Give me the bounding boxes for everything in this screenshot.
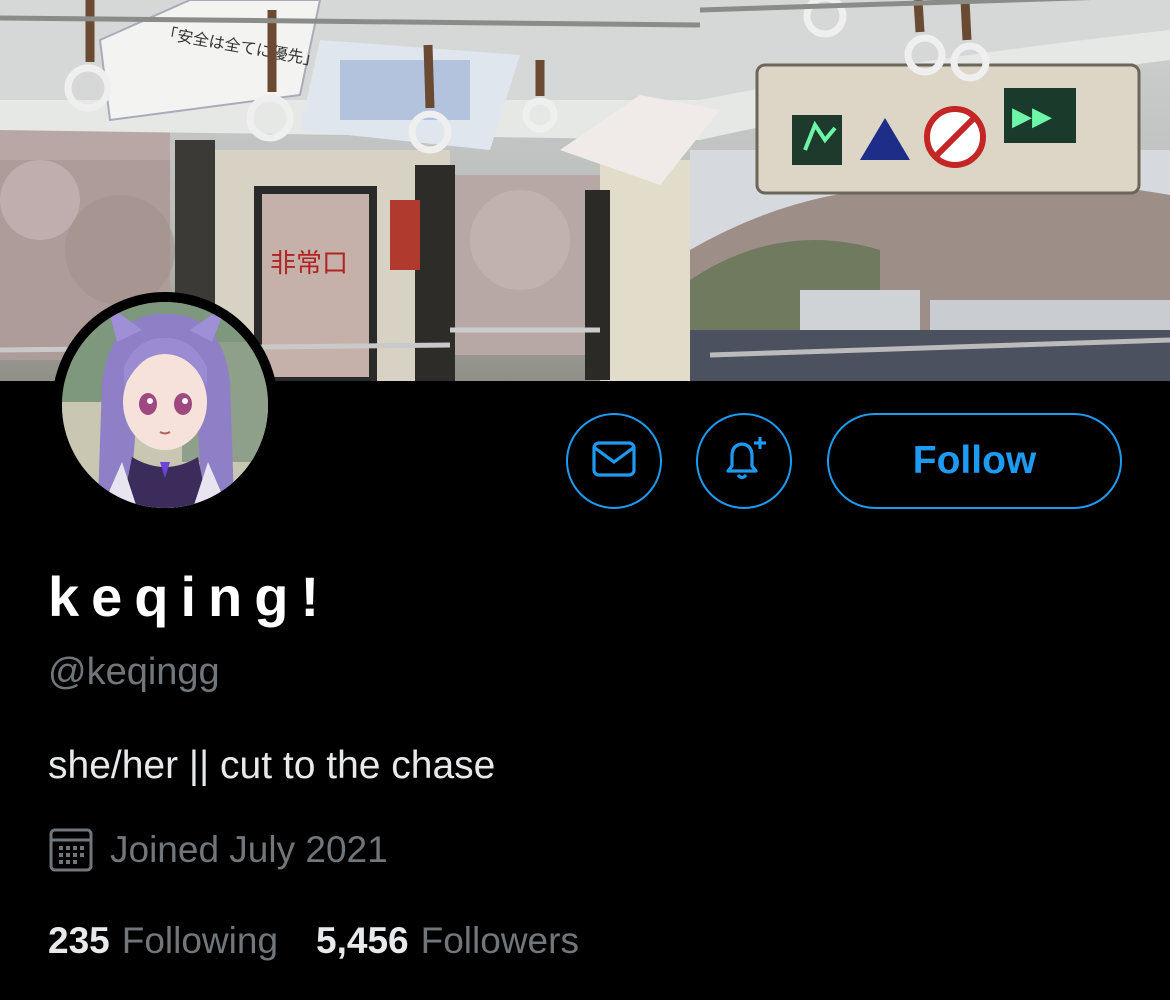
followers-count: 5,456: [316, 920, 409, 961]
following-link[interactable]: 235 Following: [48, 915, 278, 967]
followers-link[interactable]: 5,456 Followers: [316, 915, 579, 967]
join-date: Joined July 2021: [48, 824, 388, 876]
join-date-text: Joined July 2021: [110, 829, 388, 870]
message-button[interactable]: [566, 413, 662, 509]
exit-sign-text: 非常口: [270, 249, 348, 279]
follow-stats: 235 Following 5,456 Followers: [48, 915, 579, 967]
bell-plus-icon: [718, 433, 770, 490]
svg-text:▶▶: ▶▶: [1012, 102, 1052, 132]
user-bio: she/her || cut to the chase: [48, 744, 496, 787]
following-label: Following: [121, 920, 279, 961]
mail-icon: [591, 440, 637, 483]
user-handle: @keqingg: [48, 651, 220, 693]
profile-avatar[interactable]: [52, 292, 278, 518]
following-count: 235: [48, 920, 110, 961]
follow-button[interactable]: Follow: [827, 413, 1122, 509]
notifications-button[interactable]: [696, 413, 792, 509]
calendar-icon: [48, 827, 94, 873]
followers-label: Followers: [420, 920, 579, 961]
avatar-image: [62, 302, 268, 508]
follow-button-label: Follow: [912, 439, 1037, 482]
display-name: keqing!: [48, 565, 332, 628]
